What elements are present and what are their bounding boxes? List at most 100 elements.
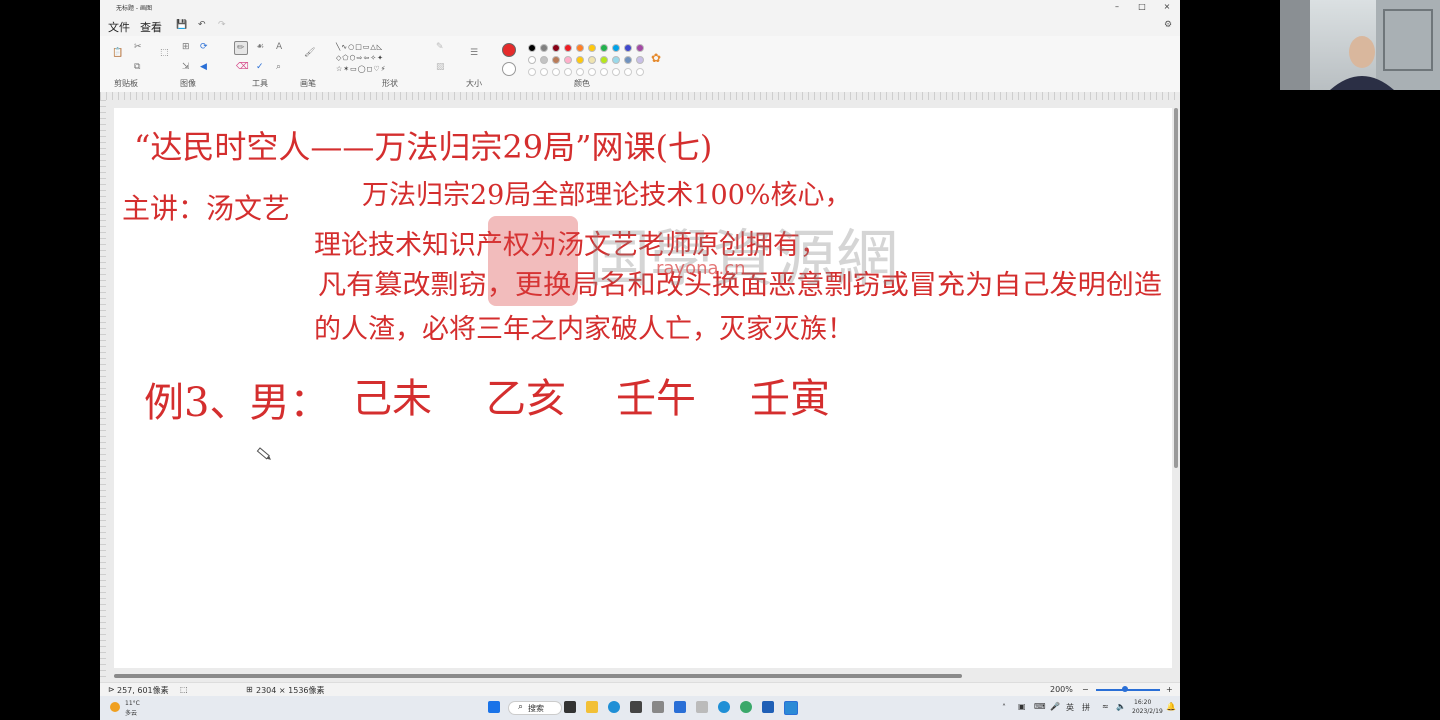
file-explorer-icon[interactable]: [586, 701, 598, 713]
custom-color-slot[interactable]: [612, 68, 620, 76]
clock-time[interactable]: 16:20: [1134, 699, 1151, 706]
canvas-area: “达民时空人——万法归宗29局”网课(七) 主讲：汤文艺 万法归宗29局全部理论…: [100, 92, 1180, 682]
volume-icon[interactable]: 🔈: [1116, 702, 1126, 711]
zoom-slider-thumb[interactable]: [1122, 686, 1128, 692]
handwriting-layer: “达民时空人——万法归宗29局”网课(七) 主讲：汤文艺 万法归宗29局全部理论…: [122, 128, 1162, 460]
custom-color-slot[interactable]: [564, 68, 572, 76]
color-picker-icon[interactable]: ✓: [256, 62, 264, 72]
color-swatch[interactable]: [612, 56, 620, 64]
brush-icon[interactable]: 🖌: [304, 48, 315, 58]
tray-icon-2[interactable]: ⌨: [1034, 702, 1046, 711]
rotate-icon[interactable]: ⟳: [200, 42, 208, 52]
color-swatch[interactable]: [540, 56, 548, 64]
menu-file[interactable]: 文件: [108, 19, 130, 35]
paint-app-icon[interactable]: [784, 701, 798, 715]
size-icon[interactable]: ☰: [470, 48, 478, 58]
color-swatch[interactable]: [552, 44, 560, 52]
color-swatch[interactable]: [624, 56, 632, 64]
drawing-canvas[interactable]: “达民时空人——万法归宗29局”网课(七) 主讲：汤文艺 万法归宗29局全部理论…: [114, 108, 1172, 668]
app-icon-1[interactable]: [674, 701, 686, 713]
color-swatch[interactable]: [576, 56, 584, 64]
tray-chevron-icon[interactable]: ˄: [1002, 703, 1006, 712]
color-swatch[interactable]: [552, 56, 560, 64]
custom-color-slot[interactable]: [588, 68, 596, 76]
color-swatch[interactable]: [600, 56, 608, 64]
custom-color-slot[interactable]: [540, 68, 548, 76]
custom-color-slot[interactable]: [636, 68, 644, 76]
resize-icon[interactable]: ⇲: [182, 62, 190, 72]
flip-icon[interactable]: ◀: [200, 62, 207, 72]
custom-color-slot[interactable]: [600, 68, 608, 76]
custom-color-slot[interactable]: [528, 68, 536, 76]
group-label-clipboard: 剪贴板: [114, 79, 138, 88]
text-icon[interactable]: A: [276, 42, 282, 52]
color-swatch[interactable]: [600, 44, 608, 52]
cursor-icon: ⊳: [108, 685, 115, 694]
color-swatch[interactable]: [540, 44, 548, 52]
close-button[interactable]: ×: [1160, 2, 1174, 11]
color-swatch[interactable]: [588, 44, 596, 52]
minimize-button[interactable]: –: [1110, 2, 1124, 11]
color-swatch[interactable]: [528, 44, 536, 52]
custom-color-slot[interactable]: [552, 68, 560, 76]
app-icon-4[interactable]: [740, 701, 752, 713]
ime-lang[interactable]: 英: [1066, 702, 1074, 713]
color-swatch[interactable]: [564, 44, 572, 52]
app-icon-3[interactable]: [718, 701, 730, 713]
store-icon[interactable]: [630, 701, 642, 713]
paste-icon[interactable]: 📋: [112, 48, 123, 58]
color-swatch[interactable]: [624, 44, 632, 52]
ime-mode[interactable]: 拼: [1082, 702, 1090, 713]
redo-icon[interactable]: ↷: [218, 20, 226, 30]
color-swatch[interactable]: [528, 56, 536, 64]
horizontal-scrollbar[interactable]: [114, 674, 962, 678]
cursor-position: 257, 601像素: [117, 686, 169, 695]
crop-icon[interactable]: ⊞: [182, 42, 190, 52]
color-swatch[interactable]: [636, 56, 644, 64]
zoom-out-button[interactable]: −: [1082, 685, 1089, 694]
menu-view[interactable]: 查看: [140, 19, 162, 35]
custom-color-slot[interactable]: [576, 68, 584, 76]
shapes-gallery[interactable]: ╲∿○□▭△◺ ◇⬠⬡⇨⇦✧✦ ☆✶▭◯◻♡⚡: [336, 42, 422, 75]
zoom-in-button[interactable]: +: [1166, 685, 1173, 694]
app-icon-2[interactable]: [696, 701, 708, 713]
select-icon[interactable]: ⬚: [160, 48, 169, 58]
eraser-icon[interactable]: ⌫: [236, 62, 249, 72]
edit-colors-icon[interactable]: ✿: [651, 52, 661, 64]
maximize-button[interactable]: □: [1135, 2, 1149, 11]
save-icon[interactable]: 💾: [176, 20, 187, 30]
fill-icon[interactable]: ☙: [256, 42, 264, 52]
fill-shape-icon[interactable]: ▧: [436, 62, 445, 72]
color-swatch[interactable]: [612, 44, 620, 52]
vertical-scrollbar[interactable]: [1174, 108, 1178, 468]
custom-color-slot[interactable]: [624, 68, 632, 76]
mail-icon[interactable]: [652, 701, 664, 713]
secondary-color[interactable]: [502, 62, 516, 76]
tray-icon-1[interactable]: ▣: [1018, 702, 1026, 711]
microphone-icon[interactable]: 🎤: [1050, 702, 1060, 711]
copy-icon[interactable]: ⧉: [134, 62, 140, 72]
primary-color[interactable]: [502, 43, 516, 57]
color-swatch[interactable]: [636, 44, 644, 52]
settings-icon[interactable]: ⚙: [1164, 20, 1172, 30]
color-swatch[interactable]: [588, 56, 596, 64]
app-icon-5[interactable]: [762, 701, 774, 713]
notification-icon[interactable]: 🔔: [1166, 702, 1176, 711]
cut-icon[interactable]: ✂: [134, 42, 142, 52]
taskbar: 11°C 多云 ⌕ 搜索 ˄ ▣ ⌨ 🎤 英 拼 ≈ 🔈 16:20 2023/…: [100, 696, 1180, 720]
start-icon[interactable]: [488, 701, 500, 713]
handwriting-line-1: “达民时空人——万法归宗29局”网课(七): [134, 128, 712, 166]
color-swatch[interactable]: [576, 44, 584, 52]
zoom-slider[interactable]: [1096, 689, 1160, 691]
paint-window: 无标题 - 画图 – □ × 文件 查看 💾 ↶ ↷ ⚙ 📋 ✂ ⧉ 剪贴板 ⬚…: [100, 0, 1180, 720]
magnifier-icon[interactable]: ⌕: [276, 62, 281, 72]
clock-date[interactable]: 2023/2/19: [1132, 708, 1163, 715]
task-view-icon[interactable]: [564, 701, 576, 713]
undo-icon[interactable]: ↶: [198, 20, 206, 30]
pencil-icon[interactable]: ✏: [234, 41, 248, 55]
wifi-icon[interactable]: ≈: [1102, 702, 1109, 711]
outline-icon[interactable]: ✎: [436, 42, 444, 52]
weather-icon[interactable]: [110, 702, 120, 712]
edge-icon[interactable]: [608, 701, 620, 713]
color-swatch[interactable]: [564, 56, 572, 64]
